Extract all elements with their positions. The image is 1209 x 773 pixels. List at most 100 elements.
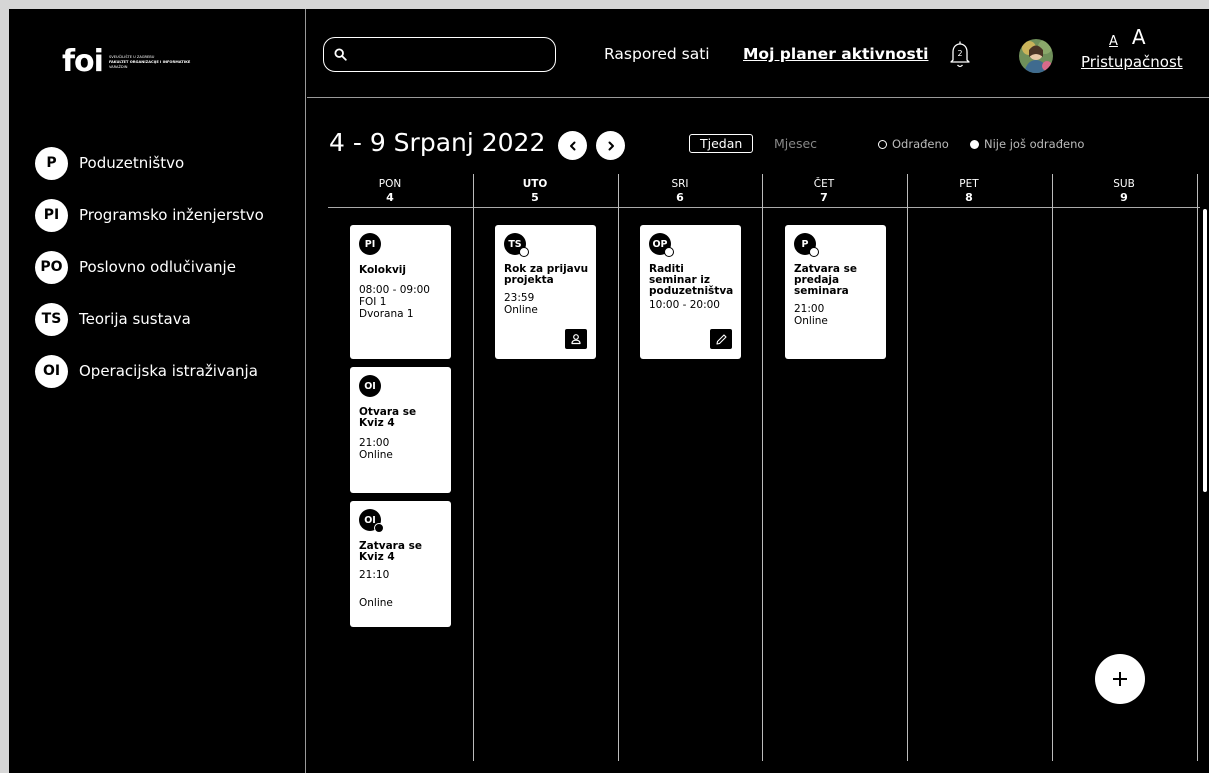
accessibility-link[interactable]: Pristupačnost — [1081, 53, 1201, 71]
event-location: Online — [794, 315, 828, 327]
logo-word: foi — [62, 44, 104, 79]
week-title: 4 - 9 Srpanj 2022 — [329, 128, 546, 157]
course-label: Poslovno odlučivanje — [79, 258, 236, 276]
event-location: FOI 1 — [359, 296, 387, 308]
event-card[interactable]: OI Otvara se Kviz 4 21:00 Online — [350, 367, 451, 493]
event-location: Online — [359, 449, 393, 461]
logo-line-3: VARAŽDIN — [108, 65, 128, 70]
pencil-icon — [715, 333, 727, 345]
view-week-button[interactable]: Tjedan — [689, 134, 754, 153]
nav-schedule-link[interactable]: Raspored sati — [604, 45, 710, 63]
event-course-badge: OI — [359, 509, 384, 533]
foi-logo[interactable]: foi SVEUČILIŠTE U ZAGREBU FAKULTET ORGAN… — [62, 47, 190, 77]
course-badge: TS — [35, 302, 68, 336]
event-room: Dvorana 1 — [359, 308, 414, 320]
next-week-button[interactable] — [596, 131, 625, 160]
search-input[interactable] — [355, 47, 545, 62]
event-location: Online — [504, 304, 538, 316]
nav-planner-link[interactable]: Moj planer aktivnosti — [743, 45, 928, 63]
header-divider — [328, 207, 1200, 208]
event-card[interactable]: OP Raditi seminar iz poduzetništva 10:00… — [640, 225, 741, 359]
day-name: SRI — [671, 178, 689, 190]
sidebar: foi SVEUČILIŠTE U ZAGREBU FAKULTET ORGAN… — [9, 9, 306, 773]
day-header-wed[interactable]: SRI 6 — [608, 177, 752, 205]
search-icon — [334, 48, 347, 61]
event-card[interactable]: OI Zatvara se Kviz 4 21:10 Online — [350, 501, 451, 627]
day-header-thu[interactable]: ČET 7 — [752, 177, 896, 205]
course-item-poduzetnistvo[interactable]: P Poduzetništvo — [35, 137, 264, 189]
event-card[interactable]: PI Kolokvij 08:00 - 09:00 FOI 1 Dvorana … — [350, 225, 451, 359]
event-title: Kolokvij — [359, 264, 407, 276]
event-course-badge: PI — [359, 233, 381, 255]
event-time: 21:00 — [359, 437, 390, 449]
column-divider — [1197, 174, 1198, 761]
course-item-poslovno-odlucivanje[interactable]: PO Poslovno odlučivanje — [35, 241, 264, 293]
course-badge: P — [35, 146, 68, 180]
user-icon — [571, 334, 581, 345]
course-list: P Poduzetništvo PI Programsko inženjerst… — [35, 137, 264, 397]
day-number: 9 — [1120, 191, 1128, 204]
event-title: Otvara se Kviz 4 — [359, 406, 417, 429]
day-number: 4 — [386, 191, 394, 204]
legend-not-done-dot — [970, 139, 979, 149]
course-label: Operacijska istraživanja — [79, 362, 258, 380]
legend-not-done-label: Nije još odrađeno — [984, 137, 1085, 151]
done-status-icon — [809, 247, 819, 257]
day-name: UTO — [522, 178, 548, 190]
day-number: 8 — [965, 191, 973, 204]
add-event-button[interactable] — [1095, 654, 1145, 704]
notification-count: 2 — [958, 49, 963, 58]
day-name: ČET — [813, 178, 835, 190]
legend-done-label: Odrađeno — [892, 137, 949, 151]
chevron-right-icon — [608, 141, 614, 150]
course-label: Programsko inženjerstvo — [79, 206, 264, 224]
column-divider — [907, 174, 908, 761]
event-course-badge: OI — [359, 375, 381, 397]
event-card[interactable]: P Zatvara se predaja seminara 21:00 Onli… — [785, 225, 886, 359]
edit-button[interactable] — [710, 329, 732, 349]
column-divider — [618, 174, 619, 761]
event-time: 08:00 - 09:00 — [359, 284, 430, 296]
event-course-badge: OP — [649, 233, 674, 257]
view-month-button[interactable]: Mjesec — [774, 136, 817, 151]
day-header-mon[interactable]: PON 4 — [318, 177, 462, 205]
event-course-badge: P — [794, 233, 819, 257]
course-item-programsko-inzenjerstvo[interactable]: PI Programsko inženjerstvo — [35, 189, 264, 241]
event-time: 23:59 — [504, 292, 535, 304]
logo-line-2: FAKULTET ORGANIZACIJE I INFORMATIKE — [108, 59, 191, 64]
app-frame: foi SVEUČILIŠTE U ZAGREBU FAKULTET ORGAN… — [9, 9, 1209, 773]
course-item-operacijska-istrazivanja[interactable]: OI Operacijska istraživanja — [35, 345, 264, 397]
column-divider — [1052, 174, 1053, 761]
done-status-icon — [519, 247, 529, 257]
legend-done: Odrađeno — [878, 137, 949, 151]
search-box[interactable] — [323, 37, 556, 72]
event-title: Zatvara se Kviz 4 — [359, 540, 422, 563]
legend-not-done: Nije još odrađeno — [970, 137, 1084, 151]
font-size-small-button[interactable]: A — [1109, 34, 1118, 49]
event-time: 21:00 — [794, 303, 825, 315]
day-number: 5 — [531, 191, 539, 204]
notifications-button[interactable]: 2 — [945, 39, 975, 71]
day-name: PON — [378, 178, 402, 190]
day-header-fri[interactable]: PET 8 — [897, 177, 1041, 205]
avatar[interactable] — [1019, 39, 1053, 73]
day-number: 6 — [676, 191, 684, 204]
logo-text: SVEUČILIŠTE U ZAGREBU FAKULTET ORGANIZAC… — [109, 55, 190, 70]
course-label: Poduzetništvo — [79, 154, 185, 172]
course-badge: PO — [35, 250, 68, 284]
day-name: PET — [959, 178, 979, 190]
done-status-icon — [664, 247, 674, 257]
event-course-badge: TS — [504, 233, 529, 257]
event-time: 21:10 — [359, 569, 390, 581]
assignee-button[interactable] — [565, 329, 587, 349]
event-card[interactable]: TS Rok za prijavu projekta 23:59 Online — [495, 225, 596, 359]
calendar-scrollbar[interactable] — [1203, 209, 1207, 492]
course-label: Teorija sustava — [79, 310, 191, 328]
day-header-sat[interactable]: SUB 9 — [1052, 177, 1196, 205]
day-header-tue[interactable]: UTO 5 — [463, 177, 607, 205]
previous-week-button[interactable] — [558, 131, 587, 160]
font-size-controls: A A — [1081, 25, 1201, 49]
logo-line-1: SVEUČILIŠTE U ZAGREBU — [108, 54, 155, 59]
course-item-teorija-sustava[interactable]: TS Teorija sustava — [35, 293, 264, 345]
font-size-large-button[interactable]: A — [1132, 25, 1146, 49]
